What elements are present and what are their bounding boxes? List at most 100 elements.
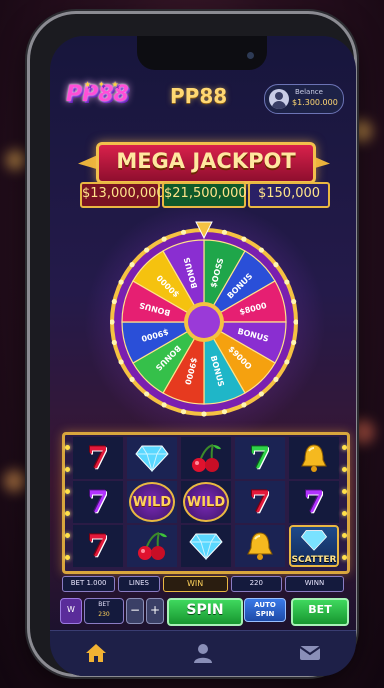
diamond-icon <box>189 533 223 560</box>
wheel-bulb <box>241 236 247 242</box>
reel-bulb <box>65 533 70 538</box>
jackpot-prize-3: $150,000 <box>248 182 330 208</box>
spin-button[interactable]: SPIN <box>167 598 243 626</box>
scatter-symbol: SCATTER <box>289 525 339 567</box>
wheel-bulb <box>111 339 117 346</box>
wheel-bulb <box>258 391 264 397</box>
wheel-bulb <box>291 339 297 346</box>
wild-label: WILD <box>186 494 226 510</box>
reel-bulb <box>342 445 347 450</box>
phone-notch <box>137 36 267 70</box>
wheel-bulb <box>161 236 167 242</box>
wheel-bulb <box>291 298 297 305</box>
bell-icon <box>301 444 327 472</box>
bet-value: 230 <box>98 611 110 618</box>
wheel-bulb <box>180 229 187 235</box>
wheel-bulb <box>111 298 117 305</box>
reel-bulb <box>342 489 347 494</box>
auto-spin-label-1: AUTO <box>254 601 276 609</box>
jackpot-prize-1: $13,000,000 <box>80 182 165 208</box>
wheel-bulb <box>284 279 290 285</box>
wheel-bulb <box>241 402 247 408</box>
wild-symbol: WILD <box>183 482 229 522</box>
reel-cell-wild: WILD <box>127 481 177 523</box>
reel-bulb <box>65 467 70 472</box>
bet-decrease-button[interactable]: − <box>126 598 144 624</box>
wheel-bulb <box>144 247 150 253</box>
reel-cell-seven-red: 7 <box>235 481 285 523</box>
win-value: WINN <box>284 576 345 592</box>
app-title: PP88 <box>170 84 228 108</box>
phone-frame: ★ ✦ ★ PP88 PP88 Belance $1.300.000 MEGA … <box>30 14 356 676</box>
lines-value: 220 <box>230 576 282 592</box>
wild-label: WILD <box>132 494 172 510</box>
wheel-bulb <box>284 359 290 365</box>
bell-icon <box>247 532 273 560</box>
wheel-bulb <box>180 409 187 415</box>
scatter-gem-icon <box>300 530 328 551</box>
reel-bulb <box>342 467 347 472</box>
wheel-bulb <box>144 391 150 397</box>
cherry-icon <box>192 444 221 472</box>
reel-cell-seven-red: 7 <box>73 437 123 479</box>
reel-cell-seven-purple: 7 <box>73 481 123 523</box>
reel-cell-diamond <box>127 437 177 479</box>
reel-bulb <box>342 555 347 560</box>
reel-cell-cherry <box>127 525 177 567</box>
reel-bulb <box>342 533 347 538</box>
reel-cell-seven-green: 7 <box>235 437 285 479</box>
app-header: ★ ✦ ★ PP88 PP88 Belance $1.300.000 <box>50 74 356 122</box>
logo-stars-icon: ★ ✦ ★ <box>84 80 121 89</box>
reel-bulb <box>65 511 70 516</box>
avatar <box>269 89 289 109</box>
camera-icon <box>247 52 254 59</box>
seven-symbol: 7 <box>249 440 271 476</box>
bet-button[interactable]: BET <box>291 598 349 626</box>
menu-button[interactable]: W <box>60 598 82 624</box>
reel-bulb <box>65 555 70 560</box>
wheel-bulb <box>273 376 279 382</box>
wheel-bulb <box>118 359 124 365</box>
wheel-hub[interactable] <box>188 306 220 338</box>
wheel-bulb <box>129 262 135 268</box>
reel-cell-bell <box>235 525 285 567</box>
slot-reels: 7 7 7 WILD WILD 7 7 7 SCATTER <box>62 432 350 574</box>
bet-increase-button[interactable]: + <box>146 598 164 624</box>
controls-bar: W BET 230 − + SPIN AUTO SPIN BET <box>60 598 350 626</box>
home-icon[interactable] <box>84 641 108 665</box>
wheel-bulb <box>221 229 228 235</box>
wheel-bulb <box>129 376 135 382</box>
bottom-nav <box>50 630 356 676</box>
reel-cell-diamond <box>181 525 231 567</box>
info-bar: BET 1.000 LINES WIN 220 WINN <box>62 576 345 592</box>
reel-cell-seven-purple: 7 <box>289 481 339 523</box>
seven-symbol: 7 <box>249 484 271 520</box>
balance-label: Belance <box>295 88 323 96</box>
wheel-bulb <box>161 402 167 408</box>
balance-widget[interactable]: Belance $1.300.000 <box>264 84 344 114</box>
diamond-icon <box>135 445 169 472</box>
reel-cell-cherry <box>181 437 231 479</box>
wheel-bulb <box>201 411 207 417</box>
wheel-bulb <box>221 409 228 415</box>
phone-screen: ★ ✦ ★ PP88 PP88 Belance $1.300.000 MEGA … <box>50 36 356 676</box>
seven-symbol: 7 <box>87 528 109 564</box>
app-logo[interactable]: ★ ✦ ★ PP88 <box>66 80 138 114</box>
mega-jackpot-banner: MEGA JACKPOT <box>96 142 316 184</box>
cherry-icon <box>138 532 167 560</box>
bet-label: BET <box>98 601 110 608</box>
seven-symbol: 7 <box>87 440 109 476</box>
seven-symbol: 7 <box>303 484 325 520</box>
reel-cell-wild: WILD <box>181 481 231 523</box>
reel-cell-scatter: SCATTER <box>289 525 339 567</box>
mail-icon[interactable] <box>298 641 322 665</box>
reel-bulb <box>65 445 70 450</box>
auto-spin-button[interactable]: AUTO SPIN <box>244 598 286 622</box>
reel-bulb <box>342 511 347 516</box>
background-light <box>6 150 26 170</box>
fortune-wheel[interactable]: $OOSS BONUS$8000BONUS$900OBONUS$9000BONUS… <box>110 208 298 420</box>
win-info: WIN <box>162 576 228 592</box>
wheel-bulb <box>258 247 264 253</box>
bet-display: BET 230 <box>84 598 124 624</box>
user-icon[interactable] <box>191 641 215 665</box>
